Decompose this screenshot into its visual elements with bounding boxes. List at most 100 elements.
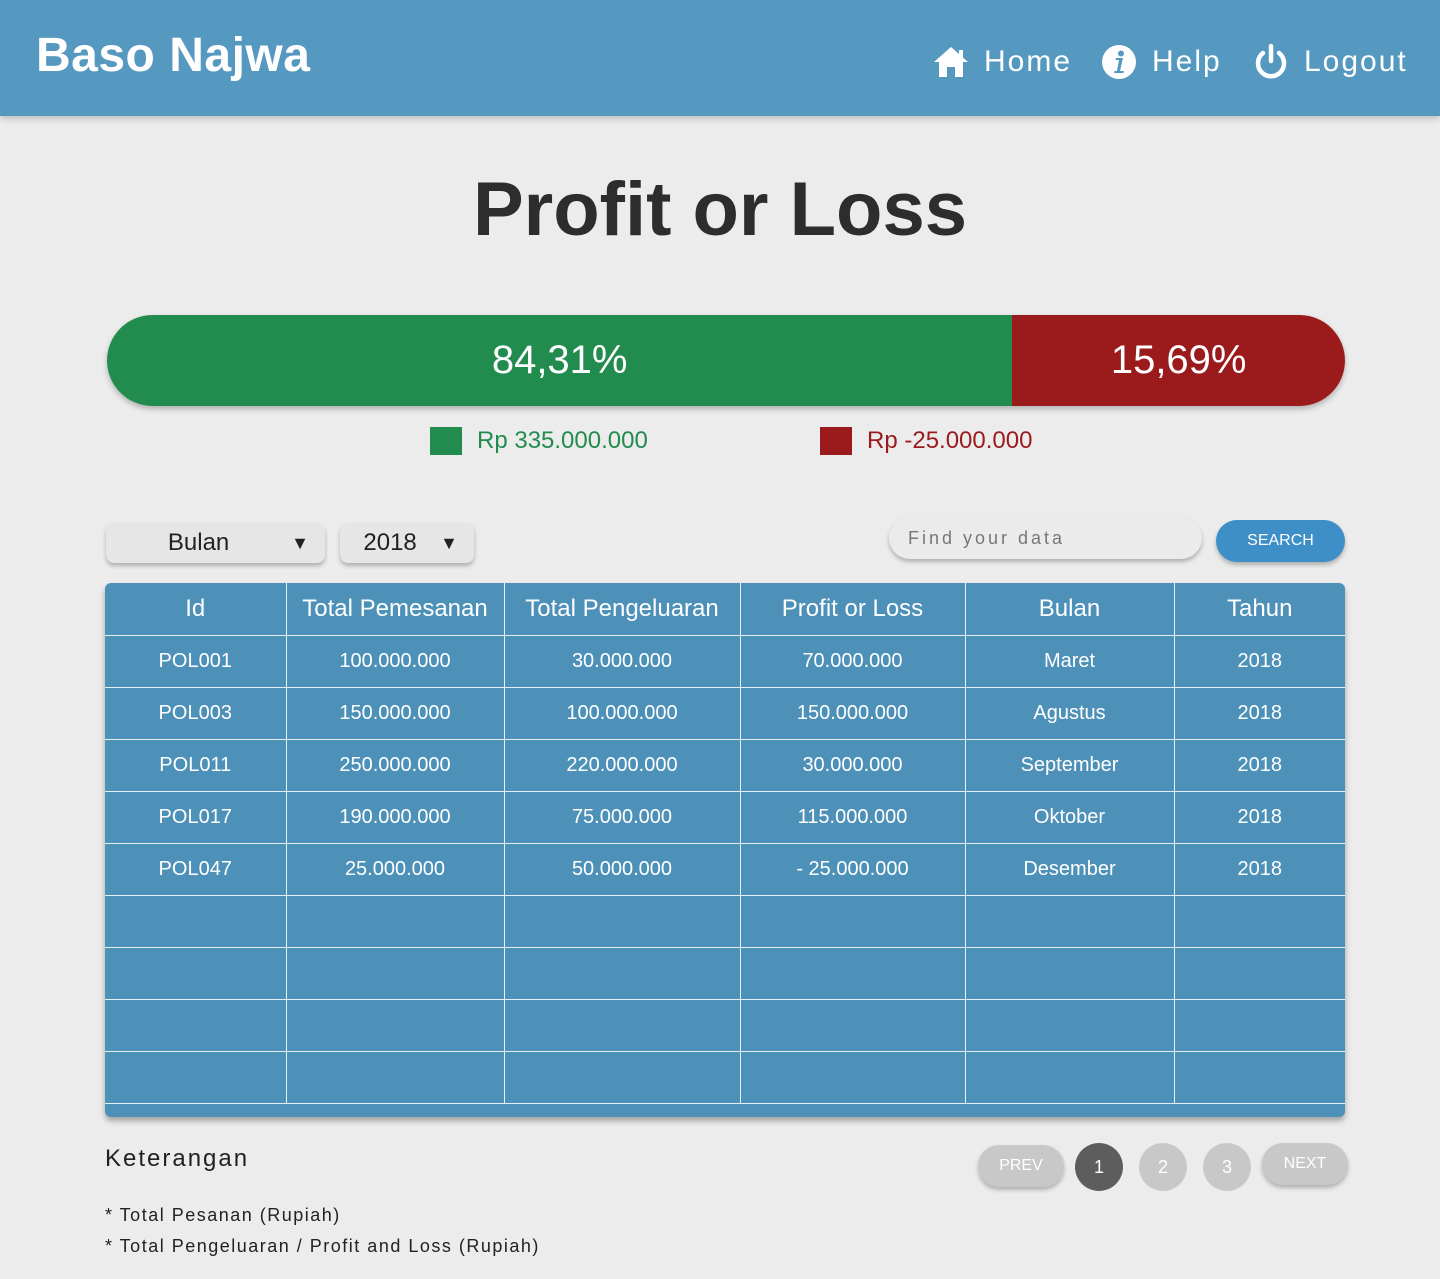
cell-tahun: 2018 — [1174, 791, 1345, 844]
cell-total-pemesanan: 25.000.000 — [286, 843, 505, 896]
nav-home-label: Home — [984, 45, 1073, 78]
empty-cell — [286, 947, 505, 1000]
empty-cell — [105, 1051, 287, 1104]
search-input[interactable] — [889, 517, 1202, 559]
table-row[interactable]: POL017 190.000.000 75.000.000 115.000.00… — [105, 791, 1345, 844]
table-row[interactable]: POL011 250.000.000 220.000.000 30.000.00… — [105, 739, 1345, 792]
month-select[interactable]: Bulan ▼ — [106, 523, 325, 563]
table-header-row: Id Total Pemesanan Total Pengeluaran Pro… — [105, 583, 1345, 636]
notes-title: Keterangan — [105, 1145, 250, 1172]
col-header-total-pemesanan[interactable]: Total Pemesanan — [286, 583, 505, 636]
empty-cell — [740, 999, 966, 1052]
cell-id: POL047 — [105, 843, 287, 896]
empty-cell — [286, 999, 505, 1052]
note-line: * Total Pesanan (Rupiah) — [105, 1205, 341, 1225]
cell-total-pengeluaran: 100.000.000 — [504, 687, 741, 740]
month-select-value: Bulan — [167, 529, 230, 556]
cell-profit-or-loss: 115.000.000 — [740, 791, 966, 844]
nav-help-link[interactable]: Help — [1100, 40, 1222, 84]
empty-cell — [504, 999, 741, 1052]
cell-profit-or-loss: - 25.000.000 — [740, 843, 966, 896]
empty-row — [105, 947, 1345, 1000]
info-icon — [1100, 43, 1138, 81]
power-icon — [1252, 43, 1290, 81]
dropdown-arrow-icon: ▼ — [440, 532, 458, 553]
empty-cell — [504, 947, 741, 1000]
nav-home-link[interactable]: Home — [932, 40, 1072, 84]
cell-profit-or-loss: 150.000.000 — [740, 687, 966, 740]
col-header-tahun[interactable]: Tahun — [1174, 583, 1345, 636]
loss-segment: 15,69% — [1012, 315, 1345, 406]
empty-cell — [1174, 947, 1345, 1000]
prev-page-button[interactable]: PREV — [978, 1145, 1064, 1187]
search-button[interactable]: SEARCH — [1216, 520, 1345, 562]
cell-total-pemesanan: 150.000.000 — [286, 687, 505, 740]
empty-cell — [1174, 999, 1345, 1052]
note-line: * Total Pengeluaran / Profit and Loss (R… — [105, 1236, 540, 1256]
cell-bulan: September — [965, 739, 1175, 792]
page-2-button[interactable]: 2 — [1139, 1143, 1187, 1191]
empty-cell — [965, 895, 1175, 948]
brand-logo[interactable]: Baso Najwa — [36, 28, 310, 83]
empty-cell — [965, 1051, 1175, 1104]
empty-cell — [105, 947, 287, 1000]
cell-total-pemesanan: 250.000.000 — [286, 739, 505, 792]
cell-total-pengeluaran: 50.000.000 — [504, 843, 741, 896]
col-header-id[interactable]: Id — [105, 583, 287, 636]
table-row[interactable]: POL001 100.000.000 30.000.000 70.000.000… — [105, 635, 1345, 688]
loss-amount: Rp -25.000.000 — [867, 427, 1033, 454]
cell-profit-or-loss: 30.000.000 — [740, 739, 966, 792]
year-select-value: 2018 — [363, 529, 417, 556]
profit-swatch — [430, 427, 462, 455]
year-select[interactable]: 2018 ▼ — [340, 523, 474, 563]
profit-amount: Rp 335.000.000 — [477, 427, 648, 454]
empty-cell — [1174, 895, 1345, 948]
empty-cell — [504, 895, 741, 948]
cell-id: POL011 — [105, 739, 287, 792]
empty-cell — [965, 947, 1175, 1000]
cell-tahun: 2018 — [1174, 739, 1345, 792]
cell-bulan: Maret — [965, 635, 1175, 688]
cell-bulan: Agustus — [965, 687, 1175, 740]
empty-cell — [1174, 1051, 1345, 1104]
page-3-button[interactable]: 3 — [1203, 1143, 1251, 1191]
page-1-button[interactable]: 1 — [1075, 1143, 1123, 1191]
cell-id: POL003 — [105, 687, 287, 740]
loss-swatch — [820, 427, 852, 455]
empty-cell — [740, 947, 966, 1000]
data-table: Id Total Pemesanan Total Pengeluaran Pro… — [105, 583, 1345, 1117]
home-icon — [932, 43, 970, 81]
cell-total-pengeluaran: 220.000.000 — [504, 739, 741, 792]
dropdown-arrow-icon: ▼ — [291, 532, 309, 553]
col-header-bulan[interactable]: Bulan — [965, 583, 1175, 636]
empty-cell — [504, 1051, 741, 1104]
cell-id: POL001 — [105, 635, 287, 688]
col-header-total-pengeluaran[interactable]: Total Pengeluaran — [504, 583, 741, 636]
cell-profit-or-loss: 70.000.000 — [740, 635, 966, 688]
empty-cell — [965, 999, 1175, 1052]
empty-row — [105, 999, 1345, 1052]
empty-cell — [105, 895, 287, 948]
cell-tahun: 2018 — [1174, 687, 1345, 740]
col-header-profit-or-loss[interactable]: Profit or Loss — [740, 583, 966, 636]
cell-total-pemesanan: 190.000.000 — [286, 791, 505, 844]
cell-tahun: 2018 — [1174, 635, 1345, 688]
legend-loss: Rp -25.000.000 — [820, 427, 1032, 455]
profit-percent: 84,31% — [491, 338, 628, 382]
cell-total-pengeluaran: 75.000.000 — [504, 791, 741, 844]
nav-help-label: Help — [1152, 45, 1222, 78]
empty-cell — [286, 1051, 505, 1104]
table-row[interactable]: POL003 150.000.000 100.000.000 150.000.0… — [105, 687, 1345, 740]
table-row[interactable]: POL047 25.000.000 50.000.000 - 25.000.00… — [105, 843, 1345, 896]
empty-cell — [286, 895, 505, 948]
next-page-button[interactable]: NEXT — [1262, 1143, 1348, 1185]
cell-bulan: Oktober — [965, 791, 1175, 844]
top-navbar: Baso Najwa Home Help Logout — [0, 0, 1440, 116]
nav-logout-link[interactable]: Logout — [1252, 40, 1408, 84]
nav-logout-label: Logout — [1304, 45, 1408, 78]
empty-cell — [105, 999, 287, 1052]
empty-row — [105, 1051, 1345, 1104]
empty-row — [105, 895, 1345, 948]
empty-cell — [740, 895, 966, 948]
page-title: Profit or Loss — [472, 167, 968, 252]
